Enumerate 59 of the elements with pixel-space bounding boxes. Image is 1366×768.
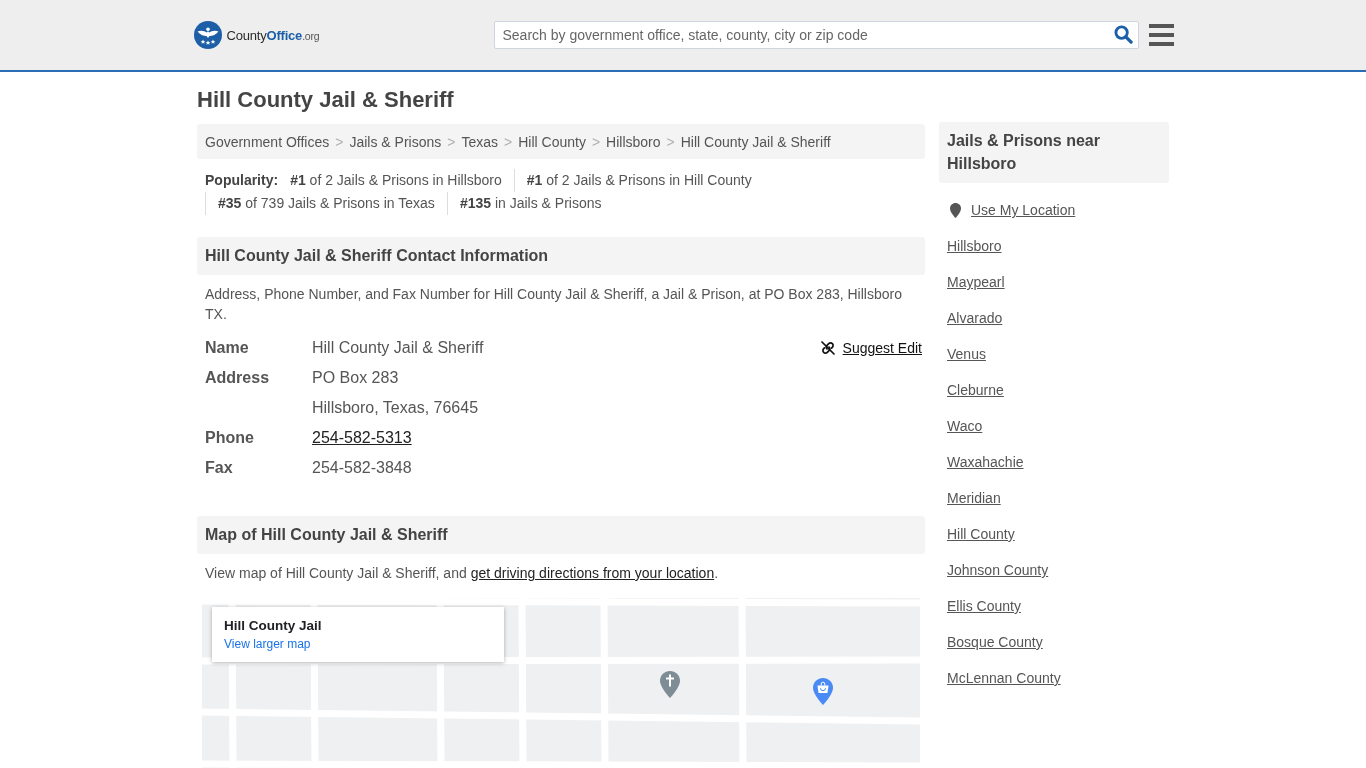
cross-pin-icon [660,671,680,698]
page-title: Hill County Jail & Sheriff [197,86,455,114]
map-place-title: Hill County Jail [224,617,322,635]
view-larger-map-link[interactable]: View larger map [224,635,311,653]
breadcrumb-separator: > [666,133,675,150]
search-button[interactable] [1113,25,1133,44]
section-heading: Map of Hill County Jail & Sheriff [197,516,925,554]
field-label: Fax [205,458,233,478]
broken-link-icon [819,340,836,356]
menu-icon [1148,24,1174,46]
section-heading: Hill County Jail & Sheriff Contact Information [197,237,925,275]
breadcrumb-link[interactable]: Government Offices [205,133,330,150]
breadcrumb-link[interactable]: Hill County [518,133,586,150]
nearby-place-link[interactable]: Alvarado [947,308,1003,328]
use-location-link[interactable]: Use My Location [971,200,1076,220]
breadcrumb-separator: > [335,133,344,150]
nearby-place-link[interactable]: Meridian [947,488,1001,508]
nearby-place-link[interactable]: Ellis County [947,596,1021,616]
field-label: Phone [205,428,254,448]
breadcrumb-link[interactable]: Hill County Jail & Sheriff [680,133,831,150]
breadcrumb-link[interactable]: Jails & Prisons [349,133,442,150]
search-icon [1113,25,1133,44]
popularity-label: Popularity: [205,171,279,190]
nearby-place-link[interactable]: Hill County [947,524,1015,544]
logo-link[interactable]: CountyOffice.org [193,21,320,49]
map-description: View map of Hill County Jail & Sheriff, and get driving directions from your location. [204,564,720,583]
nearby-place-link[interactable]: Waco [947,416,983,436]
nearby-place-link[interactable]: Maypearl [947,272,1005,292]
popularity-rank: #1 of 2 Jails & Prisons in Hill County [513,169,764,192]
nearby-place-link[interactable]: Waxahachie [947,452,1024,472]
popularity-rank: #1 of 2 Jails & Prisons in Hillsboro [289,171,503,190]
phone-link[interactable]: 254-582-5313 [312,423,412,453]
suggest-edit-link[interactable]: Suggest Edit [819,333,922,363]
emblem-icon [193,21,222,49]
field-label: Name [205,338,249,358]
menu-button[interactable] [1148,24,1174,46]
field-value: PO Box 283 [312,368,399,388]
field-value: Hill County Jail & Sheriff [312,338,484,358]
breadcrumb-separator: > [591,133,601,150]
breadcrumb-separator: > [447,133,456,150]
nearby-place-link[interactable]: Cleburne [947,380,1004,400]
shopping-bag-pin-icon [813,678,833,705]
search-field[interactable]: Search by government office, state, county, city or zip code [493,21,1139,49]
sidebar-heading: Jails & Prisons near Hillsboro [939,122,1169,183]
field-value: Hillsboro, Texas, 76645 [312,398,479,418]
popularity-rank: #135 in Jails & Prisons [446,192,614,215]
breadcrumb-link[interactable]: Hillsboro [606,133,661,150]
field-value: 254-582-3848 [312,458,412,478]
nearby-place-link[interactable]: Bosque County [947,632,1043,652]
nearby-place-link[interactable]: Hillsboro [947,236,1002,256]
breadcrumb-link[interactable]: Texas [461,133,498,150]
popularity-rank: #35 of 739 Jails & Prisons in Texas [205,192,447,215]
nearby-place-link[interactable]: McLennan County [947,668,1061,688]
pin-icon [950,202,961,218]
field-label: Address [205,368,270,388]
breadcrumb-separator: > [504,133,513,150]
nearby-place-link[interactable]: Johnson County [947,560,1049,580]
nearby-place-link[interactable]: Venus [947,344,986,364]
section-description: Address, Phone Number, and Fax Number for Hill County Jail & Sheriff, a Jail & Prison, at PO Box 283, Hillsboro TX. [204,285,903,324]
